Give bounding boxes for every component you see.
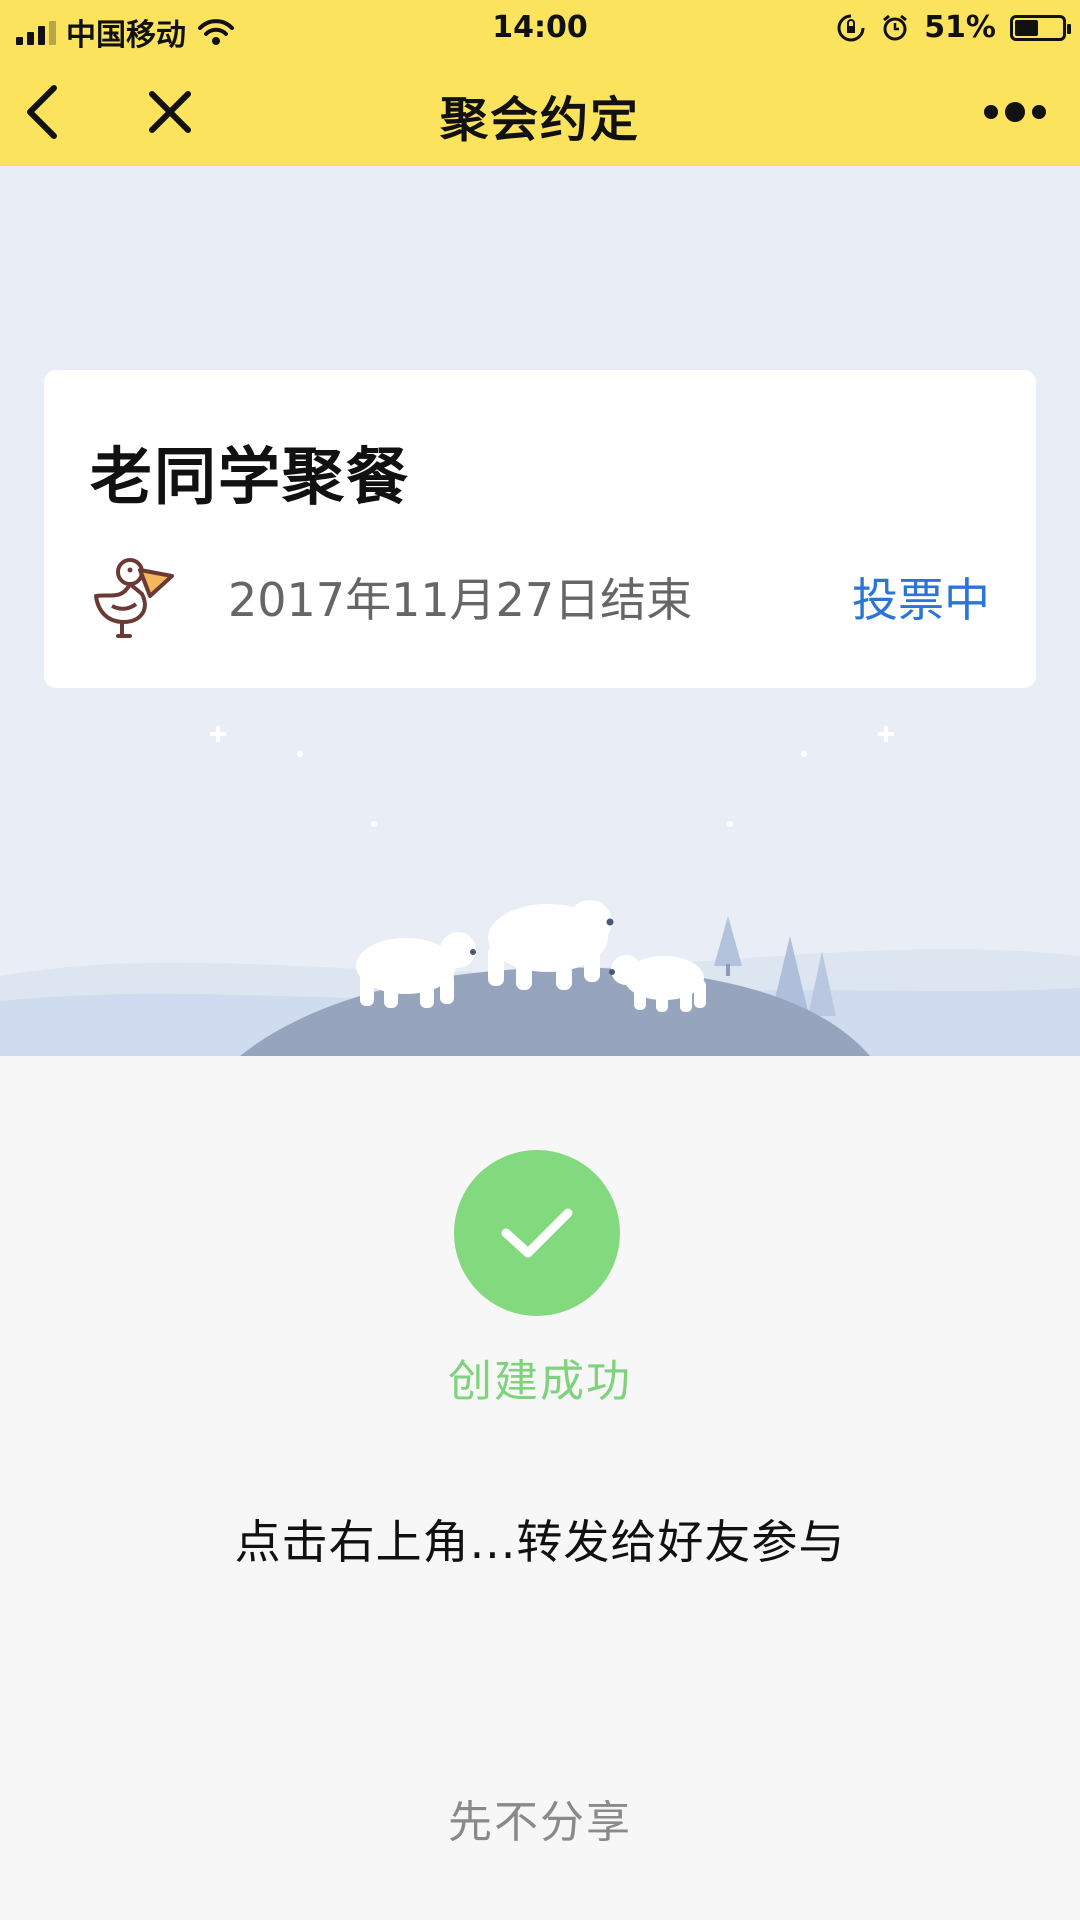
battery-fill [1015, 19, 1038, 36]
navigation-bar: 聚会约定 [0, 54, 1080, 166]
skip-share-button[interactable]: 先不分享 [0, 1786, 1080, 1850]
voting-status: 投票中 [852, 573, 990, 627]
event-banner: 老同学聚餐 2017年11月27日结束 投票中 [0, 166, 1080, 1056]
end-date: 2017年11月27日结束 [228, 573, 693, 627]
event-name: 老同学聚餐 [90, 440, 411, 513]
polar-bears-illustration [0, 726, 1080, 1056]
battery-percent: 51% [924, 10, 996, 45]
more-button[interactable] [980, 82, 1050, 142]
event-card[interactable]: 老同学聚餐 2017年11月27日结束 投票中 [44, 370, 1036, 688]
checkmark-icon [501, 1208, 573, 1258]
status-bar: 中国移动 14:00 51% [0, 0, 1080, 54]
pelican-icon [94, 558, 174, 638]
more-dots-icon [984, 102, 1046, 122]
share-instruction: 点击右上角...转发给好友参与 [234, 1515, 846, 1569]
status-right: 51% [836, 10, 1071, 45]
rotation-lock-icon [837, 14, 865, 41]
page-title: 聚会约定 [439, 92, 640, 148]
success-message: 创建成功 [448, 1356, 632, 1407]
battery-icon [1010, 14, 1071, 41]
top-header: 中国移动 14:00 51% 聚会约定 [0, 0, 1080, 166]
alarm-icon [883, 14, 908, 40]
success-icon [454, 1150, 620, 1316]
